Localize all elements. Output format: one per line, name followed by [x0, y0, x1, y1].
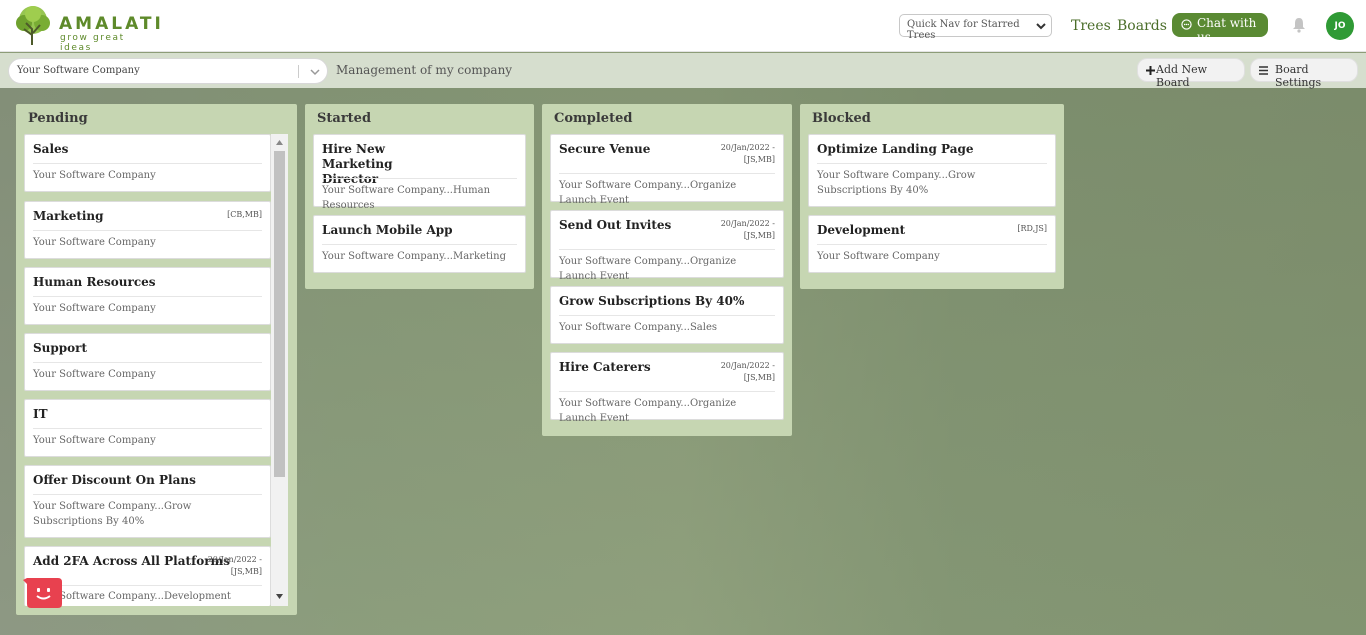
card-subtitle: Your Software Company...Development — [33, 591, 231, 602]
chat-button-label: Chat with us — [1197, 16, 1257, 44]
card-title: Hire New Marketing Director — [322, 142, 393, 186]
card-title: Offer Discount On Plans — [33, 473, 196, 487]
user-avatar[interactable]: JO — [1326, 12, 1354, 40]
column-scrollbar[interactable] — [271, 134, 288, 606]
card-title: Grow Subscriptions By 40% — [559, 294, 745, 308]
card-subtitle: Your Software Company — [817, 251, 940, 262]
company-select[interactable]: Your Software Company — [8, 58, 328, 84]
task-card[interactable]: Grow Subscriptions By 40% Your Software … — [550, 286, 784, 344]
card-title: Secure Venue — [559, 142, 651, 156]
card-date-assignees: 20/Jan/2022 - [JS,MB] — [720, 361, 775, 382]
card-subtitle: Your Software Company — [33, 369, 156, 380]
chat-bubble-icon — [1181, 19, 1192, 30]
task-card[interactable]: Launch Mobile App Your Software Company.… — [313, 215, 526, 273]
plus-icon — [1146, 66, 1155, 75]
quick-nav-label: Quick Nav for Starred Trees — [907, 19, 1020, 41]
card-divider — [322, 178, 517, 179]
card-title: Development — [817, 223, 906, 237]
card-title: IT — [33, 407, 48, 421]
card-subtitle: Your Software Company — [33, 435, 156, 446]
scroll-down-arrow-icon[interactable] — [275, 592, 284, 601]
card-divider — [33, 163, 262, 164]
board-description: Management of my company — [336, 63, 513, 77]
card-divider — [33, 585, 262, 586]
task-card[interactable]: Hire New Marketing Director Your Softwar… — [313, 134, 526, 211]
nav-boards-link[interactable]: Boards — [1117, 18, 1167, 34]
card-divider — [33, 296, 262, 297]
card-subtitle: Your Software Company — [33, 170, 156, 181]
company-select-value: Your Software Company — [17, 65, 140, 76]
card-divider — [817, 244, 1047, 245]
scroll-up-arrow-icon[interactable] — [275, 138, 284, 147]
chat-with-us-button[interactable]: Chat with us — [1172, 13, 1268, 44]
card-title: Send Out Invites — [559, 218, 672, 232]
card-divider — [33, 428, 262, 429]
scrollbar-thumb[interactable] — [274, 151, 285, 477]
card-date-assignees: 20/Jan/2022 - [JS,MB] — [720, 219, 775, 240]
card-subtitle: Your Software Company...Grow Subscriptio… — [817, 170, 976, 196]
task-card[interactable]: Support Your Software Company — [24, 333, 271, 391]
card-date-assignees: 20/Jan/2022 - [JS,MB] — [207, 555, 262, 576]
task-card[interactable]: Hire Caterers 20/Jan/2022 - [JS,MB] Your… — [550, 352, 784, 424]
nav-trees-link[interactable]: Trees — [1071, 18, 1111, 34]
task-card[interactable]: IT Your Software Company — [24, 399, 271, 457]
board-settings-button[interactable]: Board Settings — [1250, 58, 1358, 89]
task-card[interactable]: Secure Venue 20/Jan/2022 - [JS,MB] Your … — [550, 134, 784, 206]
card-title: Launch Mobile App — [322, 223, 453, 237]
card-divider — [817, 163, 1047, 164]
card-divider — [559, 173, 775, 174]
task-card[interactable]: Marketing [CB,MB] Your Software Company — [24, 201, 271, 259]
card-subtitle: Your Software Company — [33, 237, 156, 248]
card-title: Support — [33, 341, 88, 355]
card-subtitle: Your Software Company...Organize Launch … — [559, 398, 737, 424]
board-settings-label: Board Settings — [1275, 63, 1322, 89]
card-divider — [33, 494, 262, 495]
task-card[interactable]: Send Out Invites 20/Jan/2022 - [JS,MB] Y… — [550, 210, 784, 282]
chevron-down-icon — [310, 69, 320, 76]
card-divider — [559, 315, 775, 316]
card-title: Marketing — [33, 209, 104, 223]
card-divider — [33, 230, 262, 231]
card-title: Add 2FA Across All Platforms — [33, 554, 231, 568]
chevron-down-icon — [1036, 23, 1046, 30]
column-title: Started — [317, 111, 372, 126]
card-title: Sales — [33, 142, 69, 156]
notification-bell-icon[interactable] — [1292, 17, 1306, 33]
chatbot-launcher-icon[interactable] — [23, 578, 62, 608]
quick-nav-select[interactable]: Quick Nav for Starred Trees — [899, 14, 1052, 41]
card-divider — [559, 391, 775, 392]
task-card[interactable]: Development [RD,JS] Your Software Compan… — [808, 215, 1056, 273]
card-subtitle: Your Software Company...Grow Subscriptio… — [33, 501, 192, 527]
card-subtitle: Your Software Company — [33, 303, 156, 314]
column-title: Completed — [554, 111, 633, 126]
task-card[interactable]: Offer Discount On Plans Your Software Co… — [24, 465, 271, 538]
logo-brand-text: AMALATI — [59, 14, 164, 34]
column-title: Pending — [28, 111, 88, 126]
add-new-board-button[interactable]: Add New Board — [1137, 58, 1245, 89]
card-title: Hire Caterers — [559, 360, 651, 374]
column-title: Blocked — [812, 111, 871, 126]
amalati-logo[interactable]: AMALATI grow great ideas — [12, 5, 161, 53]
task-card[interactable]: Human Resources Your Software Company — [24, 267, 271, 325]
card-title: Human Resources — [33, 275, 156, 289]
card-subtitle: Your Software Company...Organize Launch … — [559, 256, 737, 282]
card-assignees: [RD,JS] — [1017, 224, 1047, 233]
card-divider — [322, 244, 517, 245]
logo-tagline: grow great ideas — [60, 33, 125, 53]
card-assignees: [CB,MB] — [227, 210, 262, 219]
tree-logo-icon — [16, 6, 50, 45]
card-divider — [33, 362, 262, 363]
card-date-assignees: 20/Jan/2022 - [JS,MB] — [720, 143, 775, 164]
task-card[interactable]: Sales Your Software Company — [24, 134, 271, 192]
task-card[interactable]: Optimize Landing Page Your Software Comp… — [808, 134, 1056, 207]
card-subtitle: Your Software Company...Marketing — [322, 251, 506, 262]
hamburger-menu-icon — [1259, 66, 1268, 75]
card-title: Optimize Landing Page — [817, 142, 974, 156]
card-subtitle: Your Software Company...Human Resources — [322, 185, 491, 211]
card-subtitle: Your Software Company...Organize Launch … — [559, 180, 737, 206]
card-subtitle: Your Software Company...Sales — [559, 322, 718, 333]
card-divider — [559, 249, 775, 250]
select-separator — [298, 65, 299, 78]
top-header: AMALATI grow great ideas Quick Nav for S… — [0, 0, 1366, 53]
